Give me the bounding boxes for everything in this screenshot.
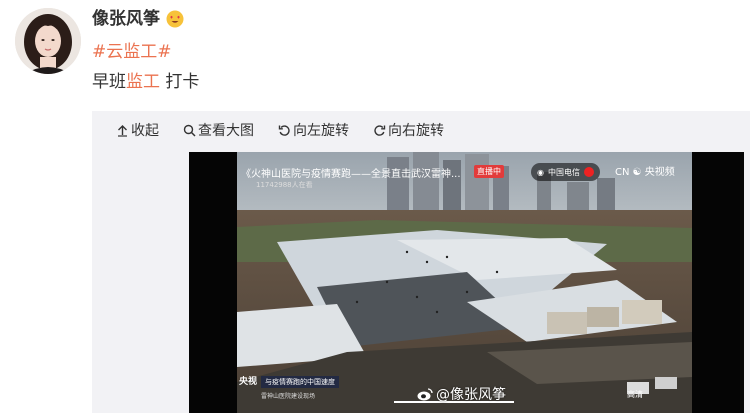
rotate-right-button[interactable]: 向右旋转	[373, 120, 444, 140]
media-expanded-box: 收起 查看大图 向左旋转 向右旋转 《火神山医院与疫情赛跑——全景直击武汉雷神.…	[92, 111, 750, 413]
media-toolbar: 收起 查看大图 向左旋转 向右旋转	[116, 119, 444, 141]
brand-icon: ◉	[537, 167, 544, 177]
rotate-right-icon	[374, 124, 386, 136]
brand-label: 中国电信	[547, 167, 580, 177]
post-video-image[interactable]: 《火神山医院与疫情赛跑——全景直击武汉雷神... 直播中 11742988人在看…	[189, 152, 744, 413]
rotate-left-label: 向左旋转	[293, 123, 349, 139]
heart-eyes-emoji-icon	[166, 10, 184, 28]
search-icon	[183, 124, 196, 137]
topic-link[interactable]: #云监工#	[92, 41, 172, 63]
record-dot-icon	[583, 167, 594, 177]
collapse-label: 收起	[131, 123, 159, 139]
avatar[interactable]	[15, 8, 81, 74]
caption-tag: 与疫情赛跑的中国速度	[261, 376, 339, 388]
rotate-left-button[interactable]: 向左旋转	[278, 120, 349, 140]
view-large-label: 查看大图	[198, 123, 254, 139]
cctv-logo: 央视	[239, 377, 258, 387]
viewer-count: 11742988人在看	[256, 181, 313, 189]
live-title: 《火神山医院与疫情赛跑——全景直击武汉雷神...	[241, 169, 461, 180]
username[interactable]: 像张风筝	[92, 8, 160, 30]
caption-subtitle: 雷神山医院建设现场	[261, 393, 316, 400]
broadcaster-logos: CN ☯ 央视频	[615, 167, 675, 178]
content-prefix: 早班	[92, 72, 126, 92]
weibo-logo-icon	[417, 387, 433, 400]
content-suffix: 打卡	[160, 72, 200, 92]
construction-site-scene	[237, 152, 692, 413]
view-large-button[interactable]: 查看大图	[183, 120, 254, 140]
collapse-icon	[118, 124, 127, 137]
content-highlight-link[interactable]: 监工	[126, 72, 160, 92]
watermark-text: @像张风筝	[436, 387, 506, 403]
live-badge: 直播中	[474, 165, 504, 178]
weibo-watermark: @像张风筝	[417, 384, 506, 404]
post-content: 早班监工 打卡	[92, 71, 199, 93]
rotate-right-label: 向右旋转	[388, 123, 444, 139]
rotate-left-icon	[278, 124, 290, 136]
quality-label: 高清	[627, 390, 643, 399]
collapse-button[interactable]: 收起	[116, 120, 159, 140]
sponsor-badge: ◉ 中国电信	[531, 163, 600, 181]
